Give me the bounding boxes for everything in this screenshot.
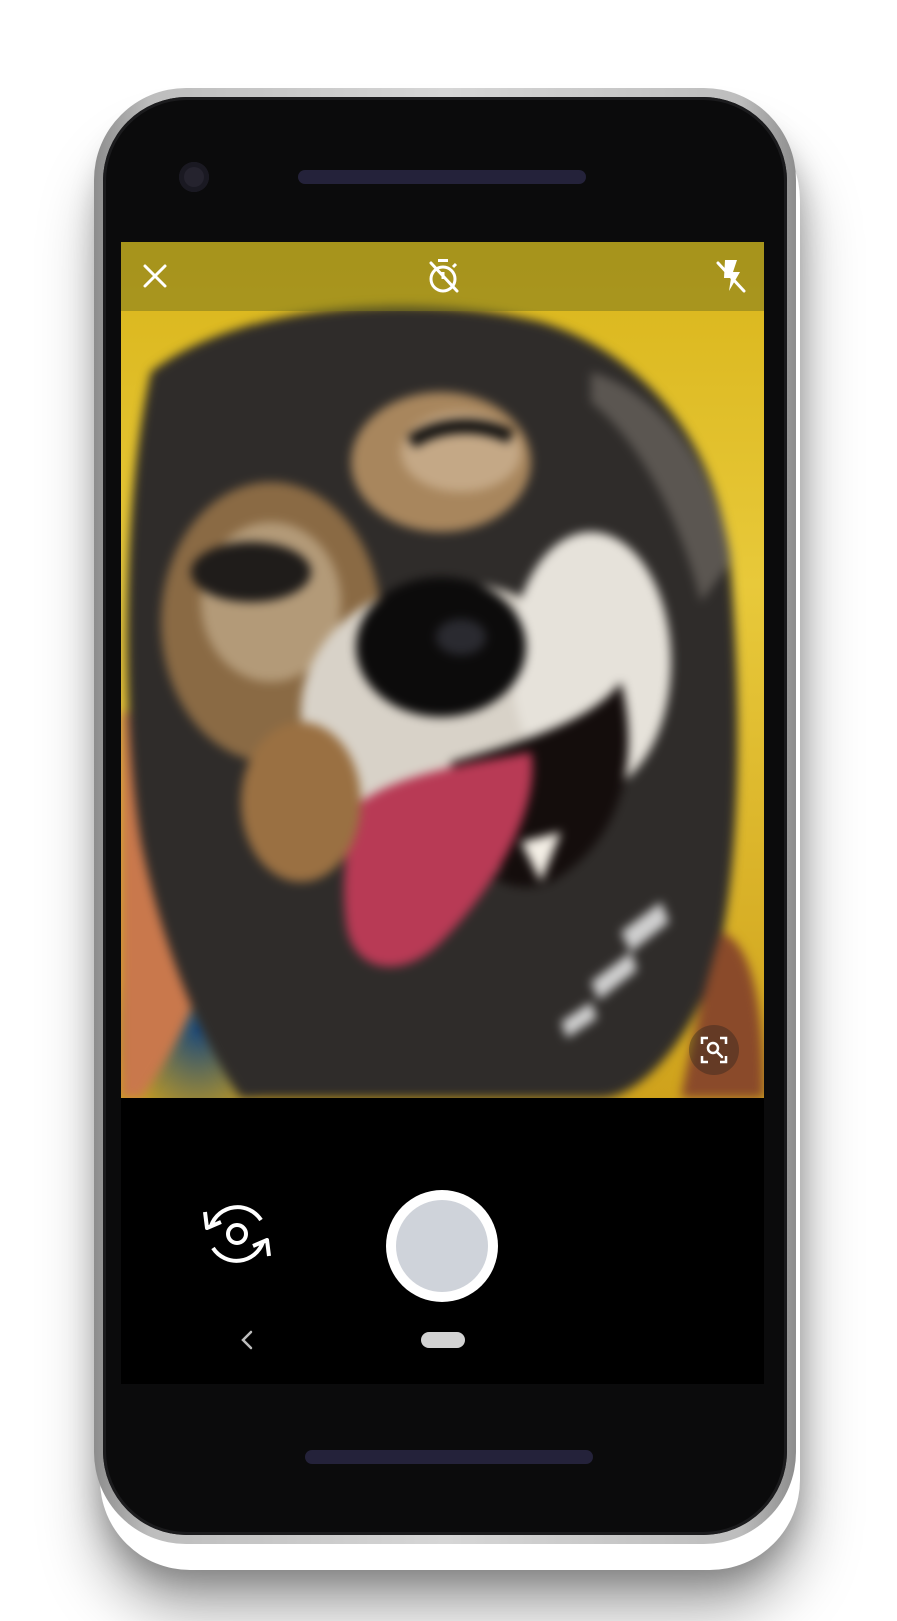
flash-off-icon[interactable]	[709, 254, 751, 298]
dog-photo	[121, 306, 764, 1098]
camera-screen	[121, 242, 764, 1384]
timer-off-icon[interactable]	[422, 254, 464, 298]
chevron-left-icon[interactable]	[233, 1326, 261, 1354]
switch-camera-icon[interactable]	[197, 1194, 277, 1274]
close-icon[interactable]	[135, 256, 175, 296]
image-search-icon[interactable]	[689, 1025, 739, 1075]
top-speaker-grille	[298, 170, 586, 184]
home-pill-icon[interactable]	[421, 1332, 465, 1348]
front-camera-lens	[179, 162, 209, 192]
camera-top-bar	[121, 242, 764, 311]
shutter-button-inner	[396, 1200, 488, 1292]
camera-viewfinder[interactable]	[121, 242, 764, 1098]
shutter-button[interactable]	[386, 1190, 498, 1302]
camera-controls	[121, 1098, 764, 1384]
bottom-speaker-grille	[305, 1450, 593, 1464]
